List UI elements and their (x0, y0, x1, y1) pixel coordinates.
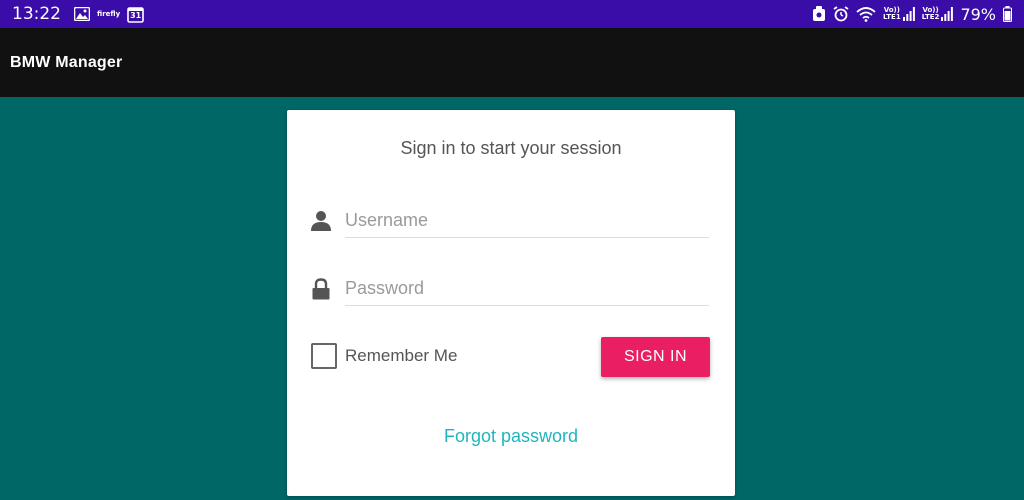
user-icon (311, 210, 331, 232)
remember-me[interactable]: Remember Me (311, 342, 457, 370)
firefly-icon: firefly (97, 9, 121, 18)
status-time: 13:22 (12, 4, 61, 24)
lte2-signal-icon: Vo)) LTE2 (922, 7, 954, 21)
remember-me-label: Remember Me (345, 346, 458, 365)
app-bar: BMW Manager (0, 28, 1024, 97)
login-card: Sign in to start your session Remember M… (287, 110, 735, 496)
firefly-text: firefly (97, 9, 121, 18)
sign-in-button[interactable]: SIGN IN (601, 337, 710, 377)
calendar-icon: 31 (127, 6, 144, 23)
login-title: Sign in to start your session (400, 138, 622, 158)
status-bar: 13:22 firefly 31 Vo)) LTE1 Vo)) LTE2 79% (0, 0, 1024, 28)
wifi-icon (856, 6, 876, 22)
password-input[interactable] (345, 278, 709, 299)
username-input[interactable] (345, 210, 709, 231)
battery-icon (1003, 6, 1012, 22)
password-field[interactable] (345, 272, 709, 306)
status-bar-left: 13:22 firefly 31 (12, 4, 144, 24)
lte1-signal-icon: Vo)) LTE1 (883, 7, 915, 21)
lock-icon (311, 278, 331, 300)
status-bar-right: Vo)) LTE1 Vo)) LTE2 79% (812, 5, 1012, 24)
remember-me-checkbox[interactable] (311, 343, 337, 369)
app-title: BMW Manager (10, 53, 123, 71)
battery-percent: 79% (960, 4, 996, 24)
image-icon (74, 7, 90, 21)
alarm-icon (833, 6, 849, 22)
calendar-day: 31 (130, 10, 142, 20)
lte1-label: LTE1 (882, 13, 901, 21)
forgot-password-link[interactable]: Forgot password (287, 426, 735, 447)
notification-icon (812, 6, 826, 22)
lte2-label: LTE2 (921, 13, 940, 21)
username-field[interactable] (345, 204, 709, 238)
